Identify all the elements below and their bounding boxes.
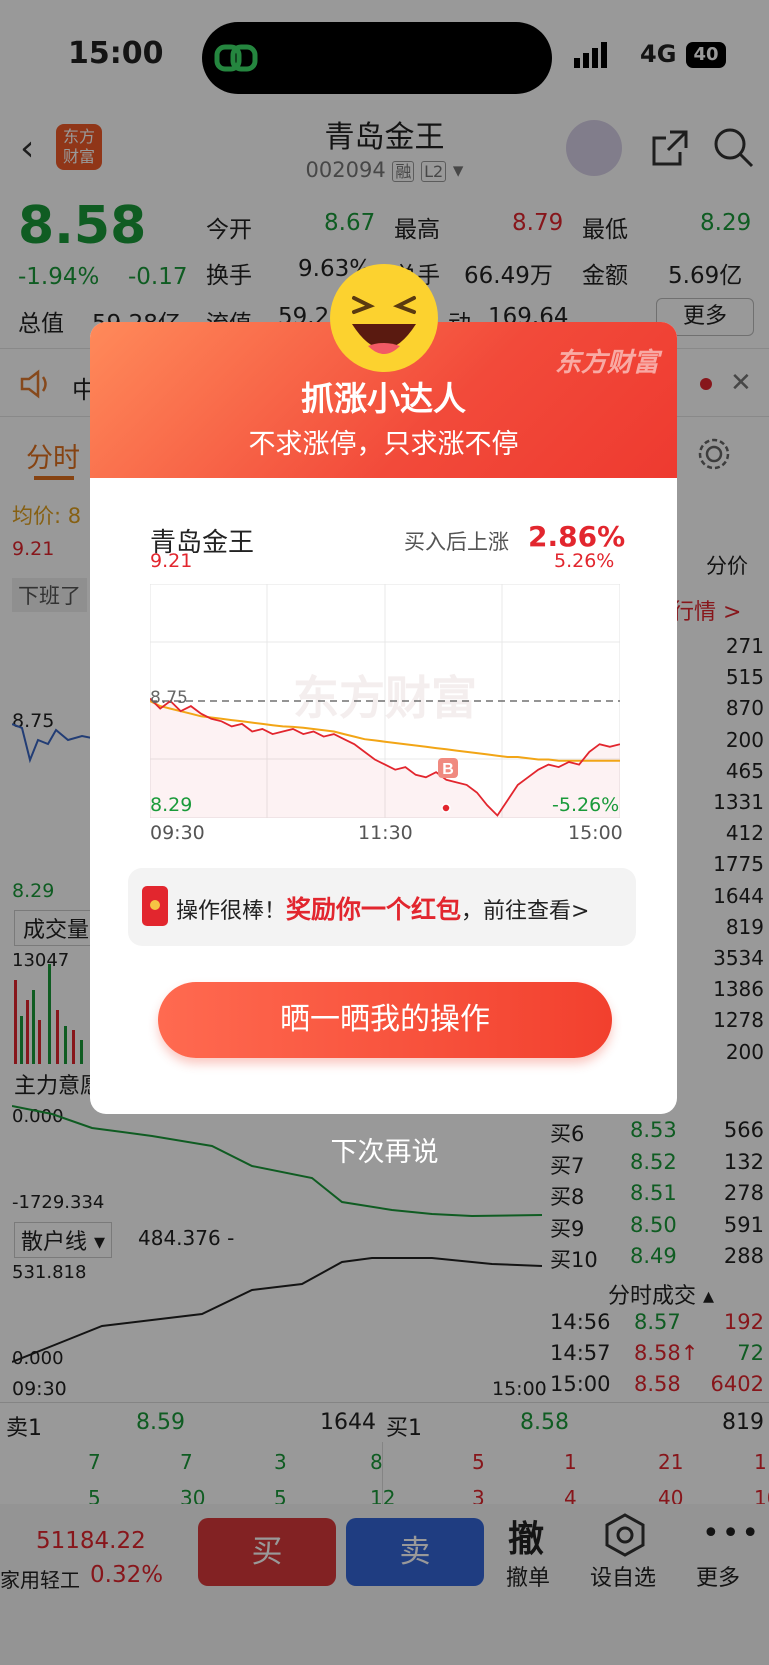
red-packet-text: 操作很棒！奖励你一个红包，前往查看>: [176, 890, 589, 926]
red-packet-text-2: 奖励你一个红包: [286, 895, 462, 924]
chart-y-ref: 8.75: [150, 688, 188, 708]
chart-y-bot: 8.29: [150, 794, 193, 816]
intraday-chart: 东方财富 B: [150, 584, 620, 818]
chart-watermark: 东方财富: [293, 672, 477, 724]
share-operation-button[interactable]: 晒一晒我的操作: [158, 982, 612, 1058]
modal-subtitle: 不求涨停，只求涨不停: [248, 429, 519, 460]
chart-y-top: 9.21: [150, 550, 193, 572]
laughing-emoji-icon: [330, 264, 438, 372]
buy-marker-label: B: [442, 761, 454, 778]
chart-x-start: 09:30: [150, 822, 205, 844]
red-packet-banner[interactable]: 操作很棒！奖励你一个红包，前往查看>: [128, 868, 636, 946]
chart-x-end: 15:00: [568, 822, 623, 844]
dismiss-later-button[interactable]: 下次再说: [0, 1130, 769, 1169]
gain-label: 买入后上涨: [404, 530, 509, 554]
achievement-modal: 东方财富 抓涨小达人 不求涨停，只求涨不停 青岛金王 买入后上涨 2.86% 东…: [90, 322, 677, 1114]
gain-value: 2.86%: [528, 520, 626, 553]
red-packet-text-1: 操作很棒！: [176, 899, 287, 924]
chart-y-bot-pct: -5.26%: [552, 794, 620, 816]
red-packet-icon: [142, 886, 168, 926]
red-packet-text-3: ，前往查看>: [461, 899, 590, 924]
modal-title: 抓涨小达人: [301, 379, 466, 418]
chart-x-mid: 11:30: [358, 822, 413, 844]
chart-y-top-pct: 5.26%: [554, 550, 615, 572]
